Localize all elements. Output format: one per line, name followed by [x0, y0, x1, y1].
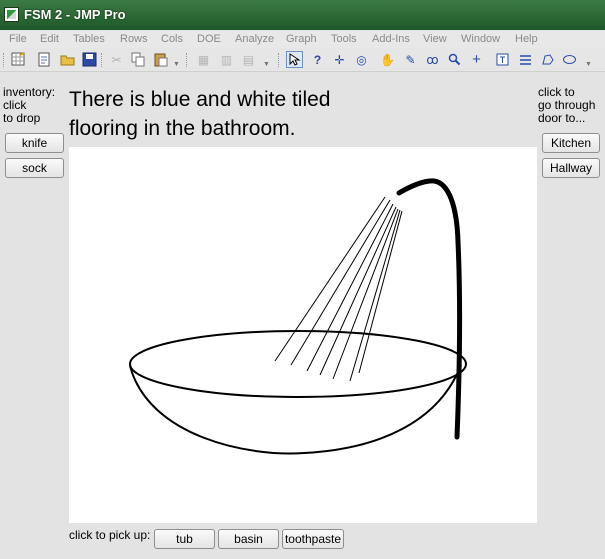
menu-doe[interactable]: DOE [197, 33, 221, 45]
table-grid-icon[interactable]: ▥ [218, 51, 235, 68]
menu-rows[interactable]: Rows [120, 33, 148, 45]
toolbar-grip[interactable] [3, 53, 7, 67]
doors-label: click to go through door to... [538, 85, 596, 125]
scene-canvas [69, 147, 537, 523]
room-description: There is blue and white tiled flooring i… [69, 88, 331, 140]
inventory-label: inventory: click to drop [3, 85, 56, 125]
arrow-tool-icon[interactable] [286, 51, 303, 68]
window-title: FSM 2 - JMP Pro [24, 7, 126, 22]
new-data-table-icon[interactable] [10, 51, 27, 68]
toolbar-overflow-icon[interactable]: ▼ [585, 61, 593, 69]
bathroom-sink-illustration [129, 178, 467, 455]
grabber-hand-icon[interactable]: ✋ [379, 51, 396, 68]
brush-tool-icon[interactable]: ✎ [402, 51, 419, 68]
faucet-drawing [396, 178, 463, 440]
menu-tools[interactable]: Tools [331, 33, 357, 45]
pickup-button-toothpaste[interactable]: toothpaste [282, 529, 344, 549]
lasso-target-icon[interactable]: ◎ [353, 51, 370, 68]
menu-window[interactable]: Window [461, 33, 500, 45]
inventory-button-sock[interactable]: sock [5, 158, 64, 178]
help-tool-icon[interactable]: ? [309, 51, 326, 68]
basin-drawing [129, 330, 467, 455]
pickup-button-basin[interactable]: basin [218, 529, 279, 549]
lasso-tool-icon[interactable]: ꝏ [424, 51, 441, 68]
menu-help[interactable]: Help [515, 33, 538, 45]
ellipse-tool-icon[interactable] [561, 51, 578, 68]
polygon-tool-icon[interactable] [539, 51, 556, 68]
open-icon[interactable] [59, 51, 76, 68]
menu-cols[interactable]: Cols [161, 33, 183, 45]
table-report-icon[interactable]: ▤ [240, 51, 257, 68]
menu-add-ins[interactable]: Add-Ins [372, 33, 410, 45]
new-script-icon[interactable] [36, 51, 53, 68]
menu-bar: File Edit Tables Rows Cols DOE Analyze G… [0, 31, 605, 48]
pickup-button-tub[interactable]: tub [154, 529, 215, 549]
menu-edit[interactable]: Edit [40, 33, 59, 45]
inventory-button-knife[interactable]: knife [5, 133, 64, 153]
menu-graph[interactable]: Graph [286, 33, 317, 45]
toolbar: ✂ ▼ ▦ ▥ ▤ ▼ ? ✛ ◎ ✋ ✎ ꝏ + ▼ [0, 48, 605, 72]
copy-icon[interactable] [130, 51, 147, 68]
menu-tables[interactable]: Tables [73, 33, 105, 45]
toolbar-grip[interactable] [186, 53, 190, 67]
line-tool-icon[interactable] [517, 51, 534, 68]
toolbar-separator [101, 53, 105, 67]
crosshair-tool-icon[interactable]: ✛ [331, 51, 348, 68]
toolbar-grip[interactable] [278, 53, 282, 67]
paste-icon[interactable] [152, 51, 169, 68]
jmp-app-icon [4, 7, 19, 22]
menu-analyze[interactable]: Analyze [235, 33, 274, 45]
menu-view[interactable]: View [423, 33, 447, 45]
plus-tool-icon[interactable]: + [468, 51, 485, 68]
door-button-hallway[interactable]: Hallway [542, 158, 600, 178]
cut-icon[interactable]: ✂ [108, 51, 125, 68]
magnifier-icon[interactable] [446, 51, 463, 68]
water-stream-drawing [274, 196, 403, 382]
title-bar: FSM 2 - JMP Pro [0, 0, 605, 30]
pickup-label: click to pick up: [69, 528, 151, 542]
door-button-kitchen[interactable]: Kitchen [542, 133, 600, 153]
toolbar-overflow-icon[interactable]: ▼ [173, 61, 181, 69]
save-icon[interactable] [81, 51, 98, 68]
annotate-icon[interactable] [494, 51, 511, 68]
toolbar-overflow-icon[interactable]: ▼ [263, 61, 271, 69]
menu-file[interactable]: File [9, 33, 27, 45]
data-table-icon[interactable]: ▦ [195, 51, 212, 68]
